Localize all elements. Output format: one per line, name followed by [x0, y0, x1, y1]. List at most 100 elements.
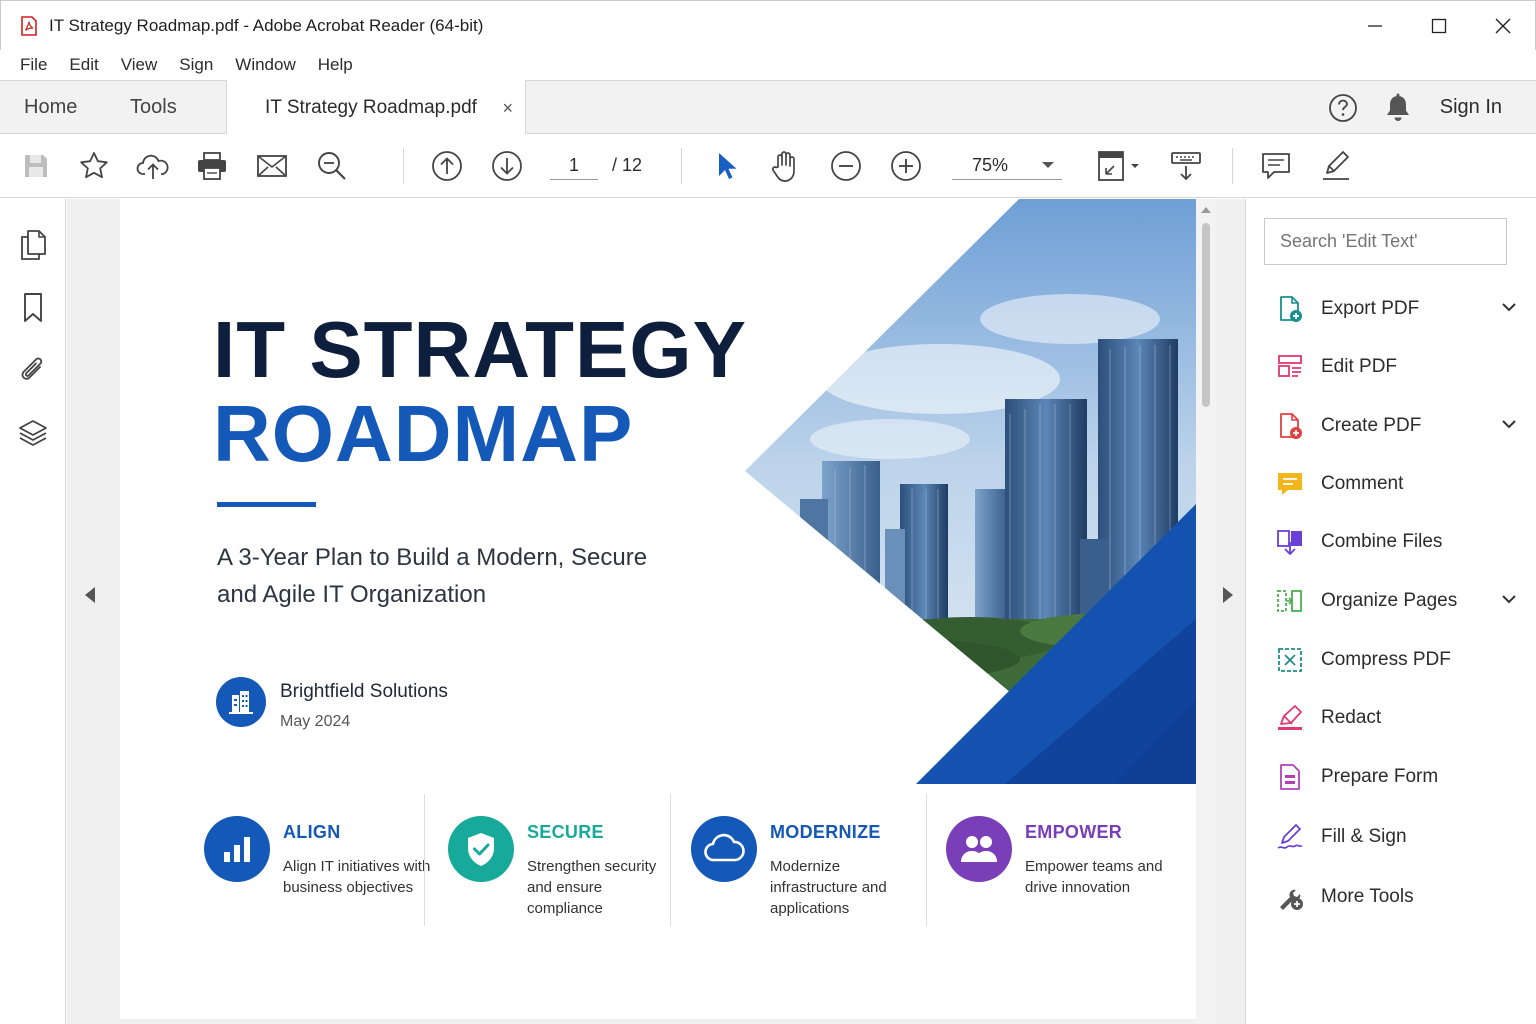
document-viewer[interactable]: IT STRATEGY ROADMAP A 3-Year Plan to Bui… — [67, 199, 1245, 1024]
arrow-down-circle-icon — [492, 151, 522, 181]
menu-file[interactable]: File — [20, 55, 47, 75]
sign-in-button[interactable]: Sign In — [1440, 96, 1502, 119]
print-button[interactable] — [194, 148, 230, 184]
bookmark-star-button[interactable] — [76, 148, 112, 184]
acrobat-app-icon — [21, 15, 37, 36]
comment-button[interactable] — [1258, 148, 1294, 184]
collapse-left-panel-button[interactable] — [85, 587, 95, 603]
tab-bar: Home Tools IT Strategy Roadmap.pdf × Sig… — [0, 80, 1536, 135]
tool-create-pdf[interactable]: Create PDF — [1276, 406, 1516, 446]
menu-help[interactable]: Help — [318, 55, 353, 75]
shield-check-icon — [468, 833, 494, 866]
pillar-modernize-heading: MODERNIZE — [770, 822, 881, 842]
tab-tools[interactable]: Tools — [130, 81, 177, 134]
chevron-down-icon[interactable] — [1501, 301, 1517, 313]
maximize-button[interactable] — [1407, 1, 1471, 51]
pillar-modernize-text: Modernize infrastructure and application… — [770, 858, 887, 917]
scrolling-mode-button[interactable] — [1168, 148, 1204, 184]
tool-more-tools[interactable]: More Tools — [1276, 877, 1516, 917]
title-bar: IT Strategy Roadmap.pdf - Adobe Acrobat … — [0, 0, 1536, 50]
page-number-input[interactable]: 1 — [550, 150, 598, 180]
tool-fill-sign[interactable]: Fill & Sign — [1276, 817, 1516, 857]
chevron-down-icon[interactable] — [1501, 593, 1517, 605]
zoom-level-dropdown[interactable]: 75% — [952, 150, 1062, 180]
menu-window[interactable]: Window — [235, 55, 295, 75]
vertical-scrollbar[interactable] — [1196, 199, 1216, 1024]
zoom-in-button[interactable] — [888, 148, 924, 184]
save-icon — [25, 155, 47, 177]
close-window-button[interactable] — [1471, 1, 1535, 51]
comment-icon — [1276, 470, 1304, 498]
menu-bar: File Edit View Sign Window Help — [0, 50, 1536, 80]
pillar-divider — [926, 794, 927, 926]
minimize-button[interactable] — [1343, 1, 1407, 51]
plus-circle-icon — [891, 151, 921, 181]
upload-cloud-button[interactable] — [135, 148, 171, 184]
page-total: / 12 — [612, 155, 643, 175]
fit-page-button[interactable] — [1094, 148, 1144, 184]
cover-title-line1: IT STRATEGY — [213, 305, 747, 394]
tool-label: Edit PDF — [1321, 356, 1398, 377]
menu-sign[interactable]: Sign — [179, 55, 213, 75]
edit-pdf-icon — [1276, 353, 1304, 381]
email-button[interactable] — [254, 148, 290, 184]
find-button[interactable] — [314, 148, 350, 184]
tool-label: Redact — [1321, 707, 1382, 728]
notifications-bell-icon[interactable] — [1384, 93, 1412, 123]
pillar-empower-badge — [946, 816, 1012, 882]
tool-prepare-form[interactable]: Prepare Form — [1276, 757, 1516, 797]
title-underline — [217, 502, 316, 507]
save-button[interactable] — [18, 148, 54, 184]
help-icon[interactable] — [1328, 93, 1358, 123]
minimize-icon — [1368, 25, 1382, 27]
tab-close-button[interactable]: × — [502, 98, 513, 119]
star-icon — [80, 152, 108, 179]
tab-document[interactable]: IT Strategy Roadmap.pdf × — [226, 80, 526, 135]
scroll-up-arrow[interactable] — [1201, 207, 1211, 213]
zoom-out-button[interactable] — [828, 148, 864, 184]
mail-icon — [257, 155, 287, 177]
bar-chart-icon — [224, 837, 250, 862]
tools-search-input[interactable] — [1264, 218, 1507, 265]
next-page-button[interactable] — [489, 148, 525, 184]
select-tool-button[interactable] — [708, 148, 744, 184]
tool-combine-files[interactable]: Combine Files — [1276, 522, 1516, 562]
compress-pdf-icon — [1276, 646, 1304, 674]
tool-edit-pdf[interactable]: Edit PDF — [1276, 347, 1516, 387]
comment-icon — [1262, 153, 1290, 179]
bookmarks-button[interactable] — [17, 292, 49, 324]
cloud-icon — [704, 833, 745, 862]
menu-view[interactable]: View — [121, 55, 158, 75]
keyboard-scroll-icon — [1171, 152, 1201, 181]
attachments-button[interactable] — [17, 354, 49, 386]
layers-button[interactable] — [17, 417, 49, 449]
building-icon — [229, 691, 253, 714]
tab-home[interactable]: Home — [24, 81, 77, 134]
previous-page-button[interactable] — [429, 148, 465, 184]
more-tools-icon — [1276, 883, 1304, 911]
pillar-align-heading: ALIGN — [283, 822, 341, 842]
users-icon — [961, 836, 997, 862]
hand-tool-button[interactable] — [767, 148, 803, 184]
tool-label: Compress PDF — [1321, 649, 1451, 670]
expand-right-panel-button[interactable] — [1223, 587, 1233, 603]
tool-compress-pdf[interactable]: Compress PDF — [1276, 640, 1516, 680]
tool-label: Create PDF — [1321, 415, 1422, 436]
tool-label: Combine Files — [1321, 531, 1443, 552]
tool-organize-pages[interactable]: Organize Pages — [1276, 581, 1516, 621]
chevron-down-icon[interactable] — [1501, 418, 1517, 430]
cover-title-line2: ROADMAP — [213, 389, 634, 478]
tool-comment[interactable]: Comment — [1276, 464, 1516, 504]
city-skyline-image — [745, 199, 1196, 784]
scrollbar-thumb[interactable] — [1202, 223, 1210, 407]
arrow-up-circle-icon — [432, 151, 462, 181]
menu-edit[interactable]: Edit — [69, 55, 98, 75]
create-pdf-icon — [1276, 412, 1304, 440]
tab-document-label: IT Strategy Roadmap.pdf — [265, 96, 477, 118]
tool-export-pdf[interactable]: Export PDF — [1276, 289, 1516, 329]
organize-pages-icon — [1276, 587, 1304, 615]
highlight-pen-button[interactable] — [1318, 148, 1354, 184]
page-thumbnails-button[interactable] — [17, 229, 49, 261]
tool-redact[interactable]: Redact — [1276, 698, 1516, 738]
print-icon — [198, 152, 226, 180]
